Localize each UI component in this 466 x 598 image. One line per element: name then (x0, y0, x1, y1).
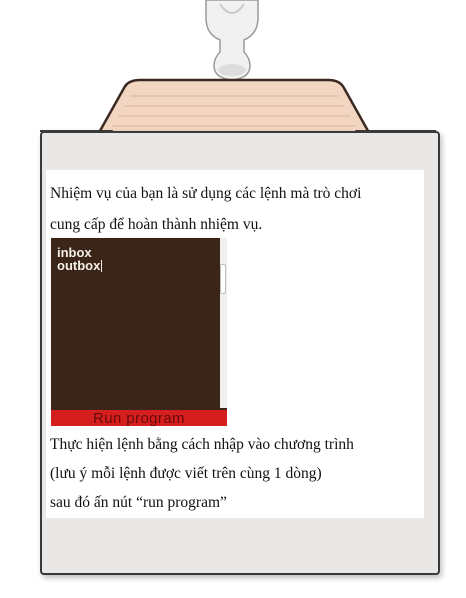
editor-scrollbar[interactable] (220, 238, 227, 408)
instruction-line-1: Thực hiện lệnh bằng cách nhập vào chương… (50, 436, 354, 453)
program-line-2: outbox (57, 258, 103, 273)
scrollbar-thumb[interactable] (220, 264, 226, 294)
task-line-1: Nhiệm vụ của bạn là sử dụng các lệnh mà … (50, 185, 362, 202)
instruction-line-2: (lưu ý mỗi lệnh được viết trên cùng 1 dò… (50, 465, 322, 482)
task-description: Nhiệm vụ của bạn là sử dụng các lệnh mà … (50, 178, 422, 240)
clipboard-scene: Nhiệm vụ của bạn là sử dụng các lệnh mà … (0, 0, 466, 598)
run-program-button[interactable]: Run program (51, 410, 227, 426)
text-caret (101, 260, 103, 272)
hook-icon (205, 0, 259, 81)
instruction-line-3: sau đó ấn nút “run program” (50, 494, 227, 511)
task-paper: Nhiệm vụ của bạn là sử dụng các lệnh mà … (46, 170, 424, 518)
instructions: Thực hiện lệnh bằng cách nhập vào chương… (50, 430, 422, 517)
task-line-2: cung cấp để hoàn thành nhiệm vụ. (50, 216, 263, 233)
program-editor[interactable]: inbox outbox (51, 238, 227, 424)
program-text[interactable]: inbox outbox (57, 246, 217, 272)
